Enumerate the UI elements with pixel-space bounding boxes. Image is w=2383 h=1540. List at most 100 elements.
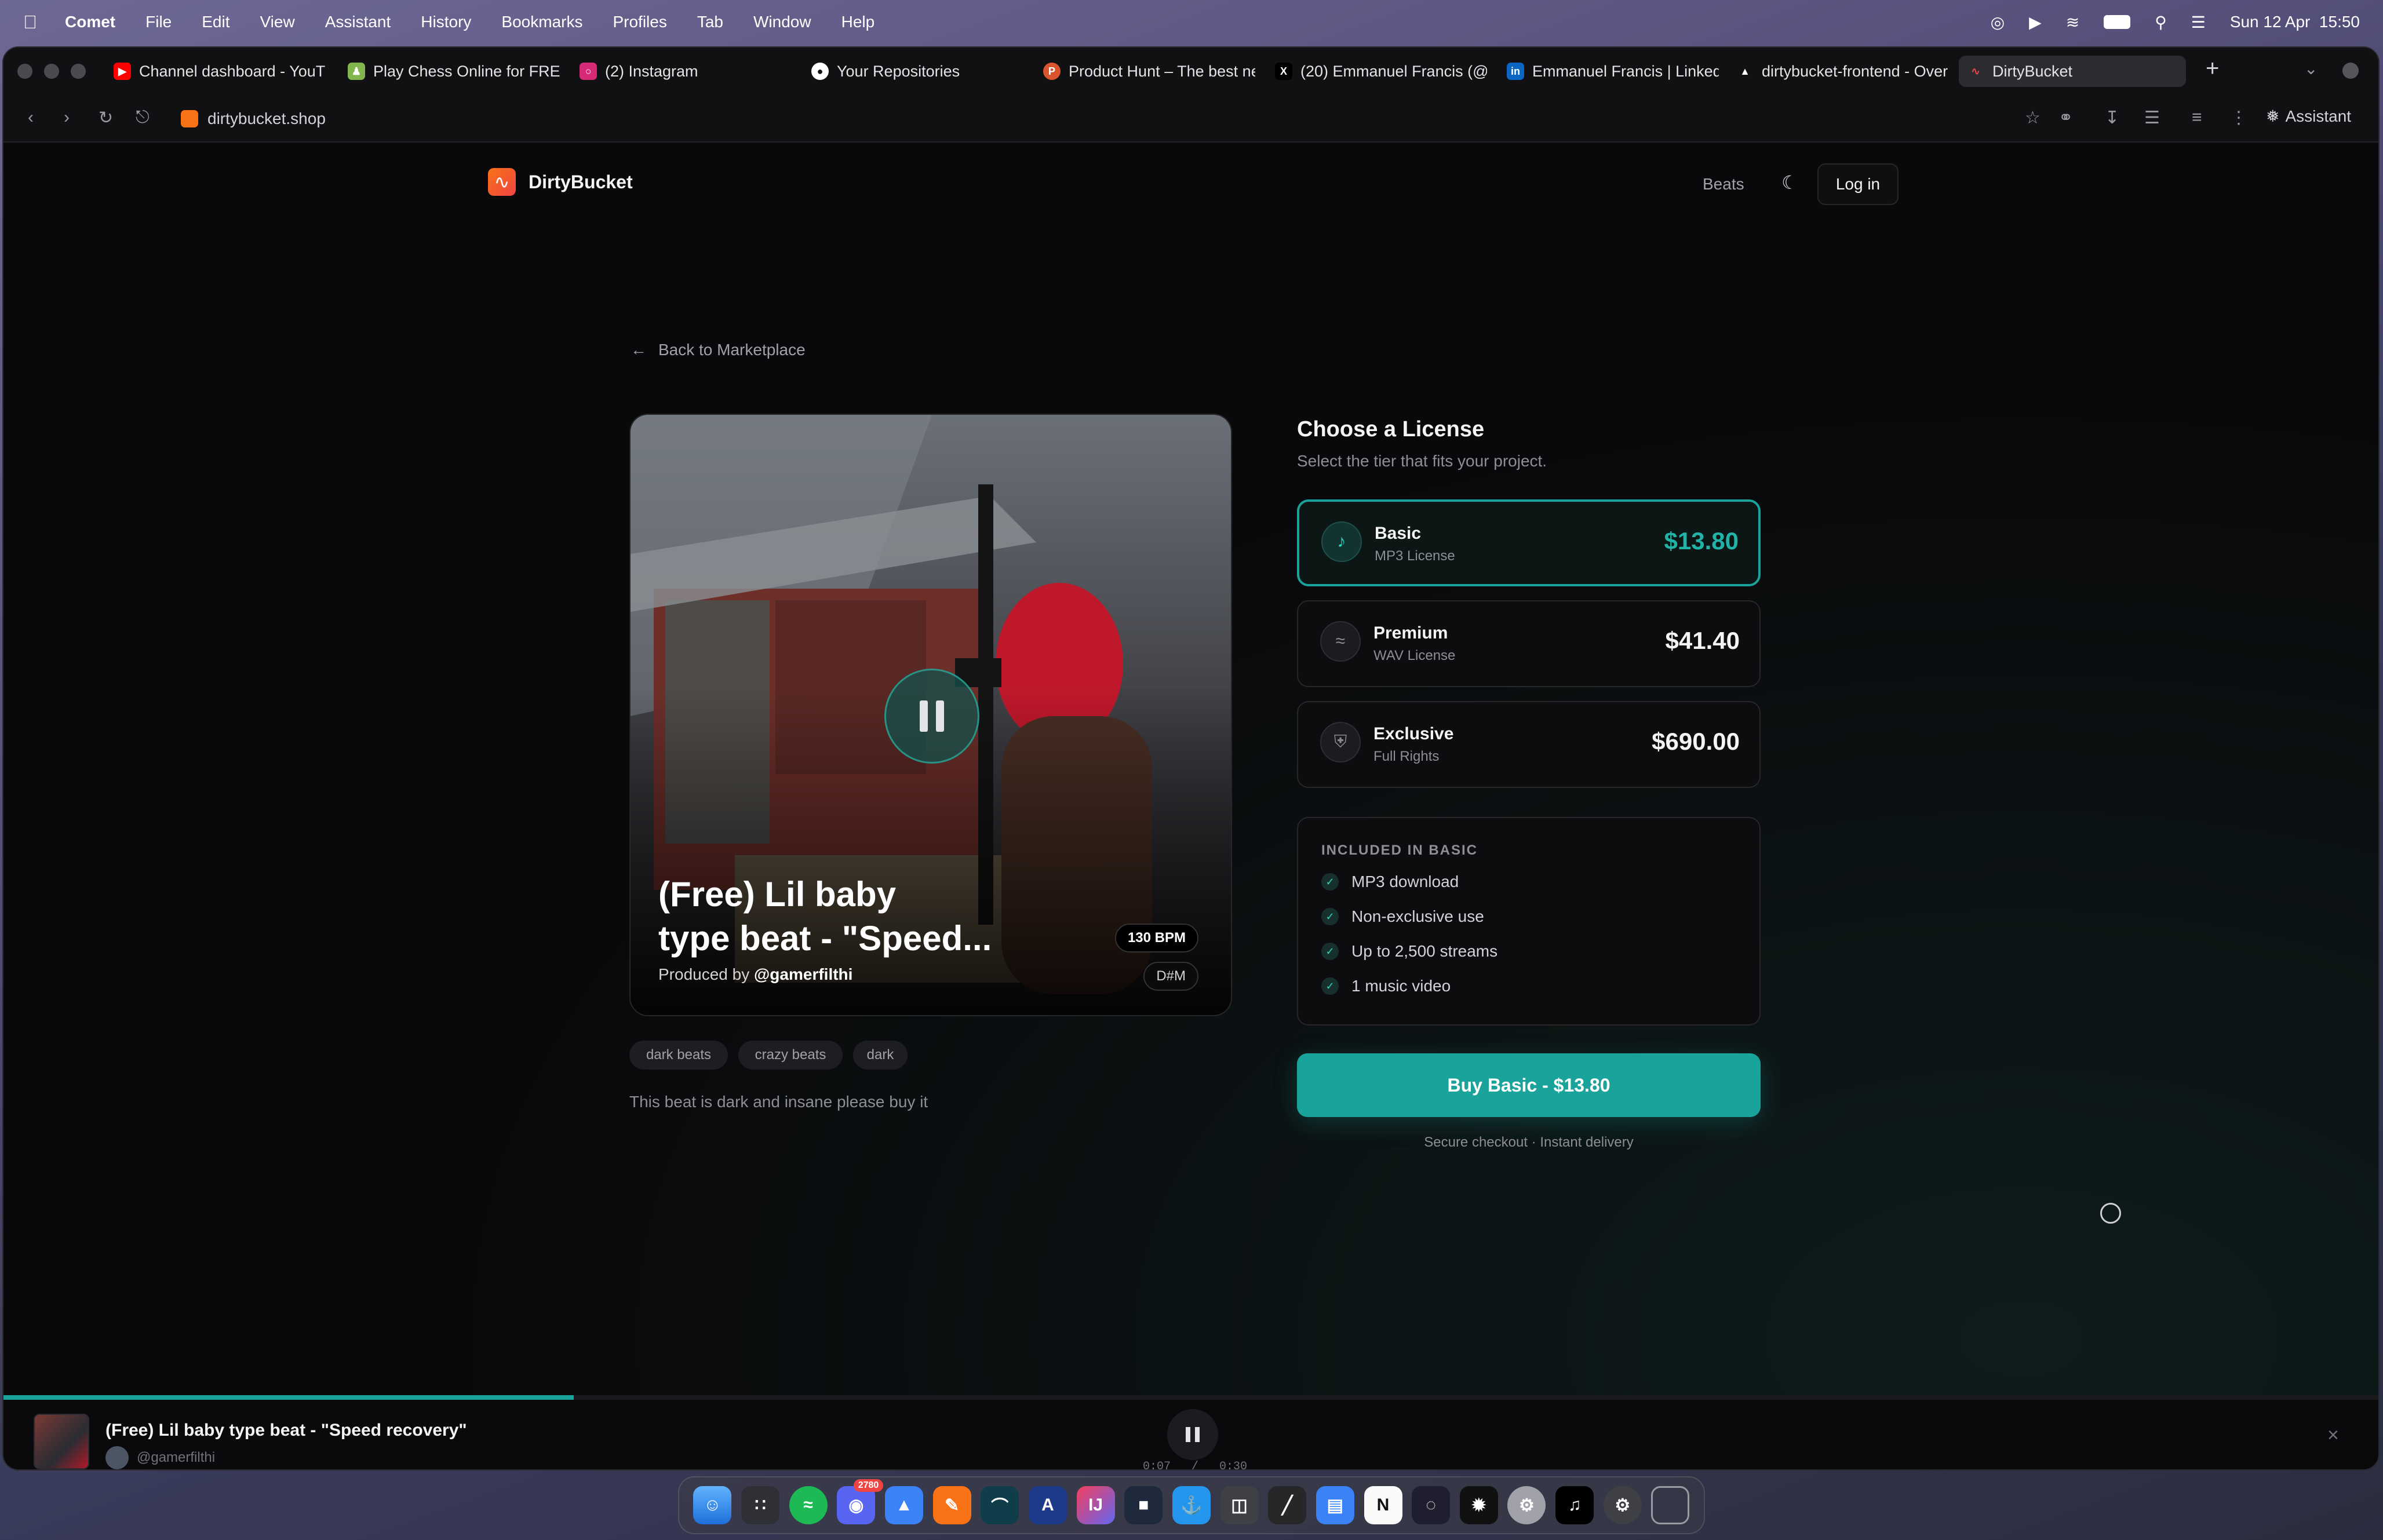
window-minimize-button[interactable] bbox=[44, 64, 59, 79]
close-player-icon[interactable]: × bbox=[2327, 1424, 2339, 1447]
tag-chip[interactable]: dark beats bbox=[629, 1041, 728, 1070]
now-playing-artist[interactable]: @gamerfilthi bbox=[137, 1450, 215, 1466]
menu-help[interactable]: Help bbox=[841, 13, 875, 31]
menu-history[interactable]: History bbox=[421, 13, 471, 31]
app-icon-6[interactable]: ⚙ bbox=[1507, 1486, 1546, 1524]
menu-window[interactable]: Window bbox=[753, 13, 811, 31]
forward-icon[interactable]: › bbox=[64, 108, 70, 127]
battery-icon[interactable] bbox=[2104, 15, 2131, 29]
menu-view[interactable]: View bbox=[260, 13, 295, 31]
license-tier-exclusive[interactable]: ⛨ Exclusive Full Rights $690.00 bbox=[1297, 701, 1761, 788]
tier-price: $13.80 bbox=[1664, 527, 1739, 554]
pages-icon[interactable]: ✎ bbox=[932, 1486, 971, 1524]
back-icon[interactable]: ‹ bbox=[28, 108, 34, 127]
tag-label: dark beats bbox=[646, 1047, 712, 1063]
brand-name: DirtyBucket bbox=[529, 171, 633, 192]
tab-list-chevron-icon[interactable]: ⌄ bbox=[2304, 59, 2318, 78]
menu-datetime[interactable]: Sun 12 Apr 15:50 bbox=[2230, 13, 2360, 31]
checkout-footnote: Secure checkout · Instant delivery bbox=[1424, 1134, 1634, 1150]
tab-linkedin[interactable]: in Emmanuel Francis | Linked bbox=[1499, 56, 1719, 87]
menu-app-name[interactable]: Comet bbox=[65, 13, 115, 31]
tab-dirtybucket[interactable]: ∿ DirtyBucket bbox=[1959, 56, 2186, 87]
link-icon[interactable]: ⚭ bbox=[2058, 108, 2073, 128]
tab-vercel[interactable]: ▲ dirtybucket-frontend - Over bbox=[1728, 56, 1948, 87]
tab-x[interactable]: X (20) Emmanuel Francis (@p bbox=[1267, 56, 1487, 87]
menu-edit[interactable]: Edit bbox=[202, 13, 229, 31]
url-text[interactable]: dirtybucket.shop bbox=[207, 110, 326, 128]
profile-avatar[interactable] bbox=[2342, 63, 2359, 79]
focus-icon[interactable]: ◎ bbox=[1991, 13, 2005, 32]
download-icon[interactable]: ↧ bbox=[2105, 108, 2119, 128]
tab-instagram[interactable]: ○ (2) Instagram bbox=[571, 56, 792, 87]
now-playing-artwork[interactable] bbox=[34, 1414, 89, 1469]
license-subheading: Select the tier that fits your project. bbox=[1297, 452, 1547, 470]
tag-chip[interactable]: crazy beats bbox=[738, 1041, 843, 1070]
nav-beats-link[interactable]: Beats bbox=[1703, 175, 1744, 194]
back-to-marketplace-link[interactable]: ← Back to Marketplace bbox=[631, 341, 806, 359]
xcode-icon[interactable]: A bbox=[1028, 1486, 1067, 1524]
notion-icon[interactable]: N bbox=[1364, 1486, 1402, 1524]
player-progress-track[interactable] bbox=[3, 1395, 2378, 1400]
pause-button[interactable] bbox=[884, 669, 979, 764]
menu-profiles[interactable]: Profiles bbox=[613, 13, 666, 31]
menu-file[interactable]: File bbox=[145, 13, 172, 31]
buy-button[interactable]: Buy Basic - $13.80 bbox=[1297, 1053, 1761, 1117]
tab-youtube[interactable]: ▶ Channel dashboard - YouTu bbox=[105, 56, 326, 87]
address-bar[interactable]: dirtybucket.shop bbox=[181, 105, 326, 132]
new-tab-button[interactable]: + bbox=[2206, 56, 2219, 82]
window-zoom-button[interactable] bbox=[71, 64, 86, 79]
microphone-icon[interactable]: ⎋ bbox=[136, 108, 150, 127]
window-close-button[interactable] bbox=[17, 64, 32, 79]
app-icon-5[interactable]: ◌ bbox=[1412, 1486, 1451, 1524]
control-center-icon[interactable]: ☰ bbox=[2191, 13, 2206, 32]
arc-icon[interactable]: ⌒ bbox=[981, 1486, 1019, 1524]
bookmark-star-icon[interactable]: ☆ bbox=[2025, 108, 2041, 128]
tag-chip[interactable]: dark bbox=[853, 1041, 908, 1070]
files-icon[interactable]: ▤ bbox=[1316, 1486, 1354, 1524]
theme-toggle-moon-icon[interactable]: ☾ bbox=[1781, 171, 1798, 194]
producer-link[interactable]: @gamerfilthi bbox=[754, 965, 852, 983]
cursor-icon bbox=[2100, 1203, 2121, 1224]
menu-assistant[interactable]: Assistant bbox=[325, 13, 391, 31]
menu-bookmarks[interactable]: Bookmarks bbox=[501, 13, 582, 31]
app-icon-4[interactable]: ╱ bbox=[1268, 1486, 1307, 1524]
app-icon[interactable]: ▲ bbox=[884, 1486, 923, 1524]
tiktok-icon[interactable]: ♫ bbox=[1555, 1486, 1594, 1524]
assistant-button[interactable]: ❅ Assistant bbox=[2266, 107, 2351, 126]
included-features-card: INCLUDED IN BASIC ✓ MP3 download ✓ Non-exc… bbox=[1297, 817, 1761, 1026]
tab-product-hunt[interactable]: P Product Hunt – The best ne bbox=[1035, 56, 1255, 87]
tag-label: dark bbox=[866, 1047, 894, 1063]
beat-title-line-1: (Free) Lil baby bbox=[658, 875, 897, 914]
player-pause-button[interactable] bbox=[1167, 1409, 1218, 1460]
tab-label: Product Hunt – The best ne bbox=[1069, 62, 1255, 80]
license-tier-basic[interactable]: ♪ Basic MP3 License $13.80 bbox=[1297, 499, 1761, 586]
launchpad-icon[interactable]: ∷ bbox=[741, 1486, 779, 1524]
tab-github[interactable]: ● Your Repositories bbox=[803, 56, 1023, 87]
app-icon-3[interactable]: ◫ bbox=[1220, 1486, 1259, 1524]
trash-icon[interactable] bbox=[1651, 1486, 1690, 1524]
license-tier-premium[interactable]: ≈ Premium WAV License $41.40 bbox=[1297, 600, 1761, 687]
menu-tab[interactable]: Tab bbox=[697, 13, 723, 31]
site-logo[interactable]: ∿ DirtyBucket bbox=[488, 168, 633, 196]
tab-chess[interactable]: ♟ Play Chess Online for FREE bbox=[340, 56, 560, 87]
spotify-icon[interactable]: ≈ bbox=[789, 1486, 828, 1524]
extension-icon[interactable]: ☰ bbox=[2144, 108, 2160, 128]
wifi-icon[interactable]: ≋ bbox=[2066, 13, 2079, 32]
spotlight-search-icon[interactable]: ⚲ bbox=[2155, 13, 2167, 32]
tab-label: dirtybucket-frontend - Over bbox=[1762, 62, 1948, 80]
app-icon-7[interactable]: ⚙ bbox=[1603, 1486, 1642, 1524]
chatgpt-icon[interactable]: ✹ bbox=[1459, 1486, 1498, 1524]
login-button[interactable]: Log in bbox=[1817, 163, 1899, 205]
apple-icon[interactable]:  bbox=[23, 12, 37, 33]
docker-icon[interactable]: ⚓ bbox=[1172, 1486, 1211, 1524]
finder-icon[interactable]: ☺ bbox=[693, 1486, 732, 1524]
reload-icon[interactable]: ↻ bbox=[99, 108, 113, 128]
page-content: ∿ DirtyBucket Beats ☾ Log in ← Back to M… bbox=[3, 143, 2378, 1469]
tier-price: $41.40 bbox=[1665, 627, 1740, 654]
reader-icon[interactable]: ≡ bbox=[2192, 108, 2202, 127]
app-icon-2[interactable]: ■ bbox=[1124, 1486, 1163, 1524]
audio-wave-icon[interactable]: ⋮ bbox=[2230, 108, 2247, 128]
intellij-icon[interactable]: IJ bbox=[1076, 1486, 1115, 1524]
discord-icon[interactable]: ◉ 2780 bbox=[837, 1479, 884, 1524]
media-play-icon[interactable]: ▶ bbox=[2029, 13, 2042, 32]
